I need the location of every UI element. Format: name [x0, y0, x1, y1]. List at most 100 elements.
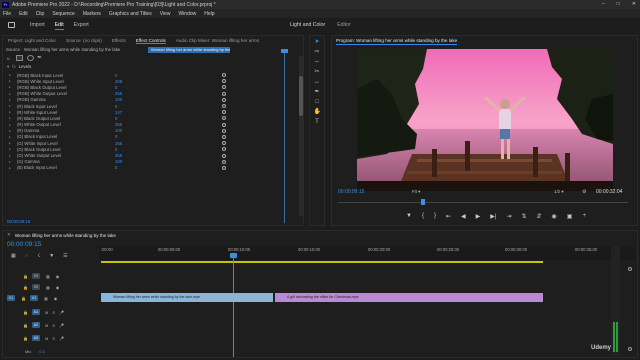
- lock-icon[interactable]: 🔒: [23, 336, 28, 341]
- tab-effects[interactable]: Effects: [112, 38, 126, 43]
- twirl-icon[interactable]: ▸: [9, 141, 11, 145]
- tab-project[interactable]: Project: Light and Color: [8, 38, 56, 43]
- reset-icon[interactable]: [222, 122, 226, 127]
- clip-timeline-bar[interactable]: Woman lifting her arms while standing by…: [148, 47, 230, 53]
- tab-source[interactable]: Source: (no clips): [66, 38, 102, 43]
- clip-girl-decorating[interactable]: A girl decorating the office for Christm…: [275, 293, 543, 302]
- param-value[interactable]: 0: [115, 73, 117, 78]
- lock-icon[interactable]: 🔒: [23, 323, 28, 328]
- reset-icon[interactable]: [222, 134, 226, 139]
- minimize-icon[interactable]: –: [602, 1, 605, 7]
- reset-icon[interactable]: [222, 91, 226, 96]
- menu-clip[interactable]: Clip: [36, 11, 45, 17]
- twirl-icon[interactable]: ▸: [9, 92, 11, 96]
- mark-out-icon[interactable]: }: [434, 213, 436, 220]
- resolution-dropdown[interactable]: 1/2 ▾: [554, 189, 564, 195]
- lock-icon[interactable]: 🔒: [23, 274, 28, 279]
- razor-tool-icon[interactable]: ✂: [314, 69, 321, 76]
- pen-tool-icon[interactable]: ✒: [314, 89, 321, 96]
- linked-selection-icon[interactable]: ☇: [37, 253, 40, 259]
- effect-scrollbar[interactable]: [299, 56, 303, 216]
- close-icon[interactable]: ✕: [7, 232, 11, 238]
- workspace-light-and-color[interactable]: Light and Color: [290, 22, 325, 28]
- expand-arrow-icon[interactable]: ▾: [7, 64, 9, 70]
- lock-icon[interactable]: 🔒: [21, 296, 26, 301]
- mark-in-icon[interactable]: {: [422, 213, 424, 220]
- param-value[interactable]: 255: [115, 141, 122, 146]
- pen-mask-icon[interactable]: ✒: [37, 54, 42, 61]
- solo-button[interactable]: S: [52, 323, 55, 328]
- track-target[interactable]: A3: [31, 335, 40, 341]
- close-icon[interactable]: ✕: [632, 1, 636, 7]
- track-target[interactable]: A1: [31, 309, 40, 315]
- step-forward-icon[interactable]: ▶|: [490, 213, 496, 220]
- param-value[interactable]: 0: [115, 85, 117, 90]
- reset-icon[interactable]: [222, 104, 226, 109]
- solo-button[interactable]: S: [52, 310, 55, 315]
- program-monitor-title[interactable]: Program: Woman lifting her arms while st…: [336, 38, 458, 45]
- track-target[interactable]: V2: [31, 284, 40, 290]
- eye-icon[interactable]: ◉: [56, 274, 60, 279]
- menu-edit[interactable]: Edit: [19, 11, 28, 17]
- nest-icon[interactable]: ▦: [11, 253, 16, 259]
- menu-view[interactable]: View: [160, 11, 171, 17]
- twirl-icon[interactable]: ▸: [9, 123, 11, 127]
- eye-icon[interactable]: ◉: [54, 296, 58, 301]
- twirl-icon[interactable]: ▸: [9, 154, 11, 158]
- source-patch-v1[interactable]: V1: [7, 295, 15, 301]
- twirl-icon[interactable]: ▸: [9, 166, 11, 170]
- twirl-icon[interactable]: ▸: [9, 85, 11, 89]
- fit-dropdown[interactable]: Fit ▾: [412, 189, 420, 195]
- twirl-icon[interactable]: ▸: [9, 110, 11, 114]
- tab-effect-controls[interactable]: Effect Controls: [135, 38, 166, 44]
- go-to-in-icon[interactable]: ⇤: [446, 213, 451, 220]
- reset-icon[interactable]: [222, 159, 226, 164]
- reset-icon[interactable]: [222, 85, 226, 90]
- type-tool-icon[interactable]: T: [314, 119, 321, 126]
- effect-playhead-line[interactable]: [284, 53, 285, 223]
- twirl-icon[interactable]: ▸: [9, 160, 11, 164]
- menu-file[interactable]: File: [3, 11, 11, 17]
- rectangle-mask-icon[interactable]: [16, 55, 23, 61]
- param-value[interactable]: 0: [115, 116, 117, 121]
- scroll-handle-top[interactable]: [628, 267, 632, 271]
- extract-icon[interactable]: ⇵: [537, 213, 542, 220]
- reset-icon[interactable]: [222, 165, 226, 170]
- param-value[interactable]: 0: [115, 104, 117, 109]
- source-clip-line[interactable]: Source · Woman lifting her arms while st…: [6, 47, 120, 52]
- effect-scrollbar-thumb[interactable]: [299, 76, 303, 116]
- reset-icon[interactable]: [222, 79, 226, 84]
- tab-edit[interactable]: Edit: [54, 22, 64, 30]
- sync-lock-icon[interactable]: ▦: [46, 274, 50, 279]
- export-frame-icon[interactable]: ◉: [552, 213, 557, 220]
- track-target[interactable]: V3: [31, 273, 40, 279]
- clip-woman-lifting-arms[interactable]: Woman lifting her arms while standing by…: [101, 293, 273, 302]
- mute-button[interactable]: M: [45, 323, 48, 328]
- rectangle-tool-icon[interactable]: □: [314, 99, 321, 106]
- sync-lock-icon[interactable]: ▦: [44, 296, 48, 301]
- sync-lock-icon[interactable]: ▦: [46, 285, 50, 290]
- scroll-handle-bottom[interactable]: [628, 347, 632, 351]
- param-value[interactable]: 100: [115, 159, 122, 164]
- mute-button[interactable]: M: [45, 310, 48, 315]
- ripple-edit-tool-icon[interactable]: ⇔: [314, 59, 321, 66]
- param-value[interactable]: 208: [115, 79, 122, 84]
- selection-tool-icon[interactable]: ➤: [314, 39, 321, 46]
- step-back-icon[interactable]: ◀: [461, 213, 466, 220]
- param-value[interactable]: 255: [115, 91, 122, 96]
- timeline-settings-icon[interactable]: ☰: [63, 253, 67, 259]
- mix-value[interactable]: 0.0: [39, 349, 45, 354]
- play-icon[interactable]: ▶: [476, 213, 481, 220]
- twirl-icon[interactable]: ▸: [9, 135, 11, 139]
- menu-window[interactable]: Window: [178, 11, 196, 17]
- param-value[interactable]: 255: [115, 122, 122, 127]
- reset-icon[interactable]: [222, 73, 226, 78]
- twirl-icon[interactable]: ▸: [9, 147, 11, 151]
- mic-icon[interactable]: 🎤: [59, 336, 64, 341]
- reset-icon[interactable]: [222, 110, 226, 115]
- sequence-tab[interactable]: Woman lifting her arms while standing by…: [15, 233, 116, 238]
- timeline-timecode[interactable]: 00:00:09:15: [7, 241, 41, 248]
- timeline-vertical-scrollbar[interactable]: [627, 267, 633, 355]
- add-button-icon[interactable]: +: [582, 213, 586, 220]
- effect-timecode[interactable]: 00:00:09:15: [7, 219, 30, 224]
